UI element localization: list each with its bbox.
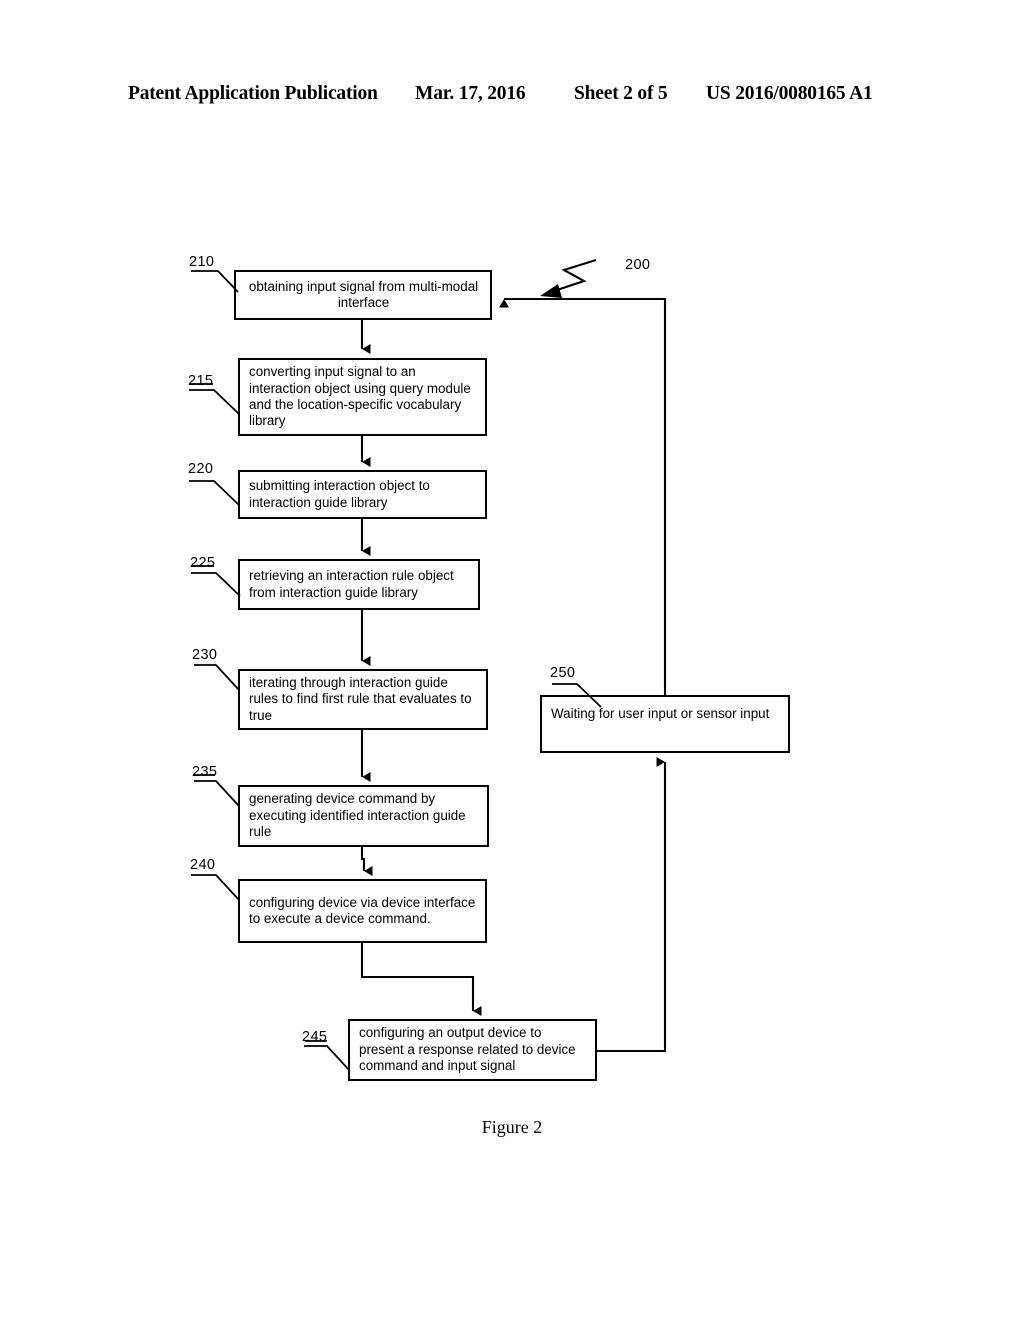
flow-node-225[interactable]: retrieving an interaction rule object fr… — [238, 559, 480, 610]
ref-numeral-225: 225 — [190, 555, 216, 571]
leader-line-215 — [189, 389, 240, 415]
flow-node-250-label: Waiting for user input or sensor input — [551, 706, 770, 721]
ref-numeral-235: 235 — [192, 764, 218, 780]
flow-node-210[interactable]: obtaining input signal from multi-modal … — [234, 270, 492, 320]
ref-numeral-245: 245 — [302, 1029, 328, 1045]
flow-node-230[interactable]: iterating through interaction guide rule… — [238, 669, 488, 730]
leader-line-235 — [194, 780, 240, 807]
flow-node-220[interactable]: submitting interaction object to interac… — [238, 470, 487, 519]
flow-node-225-label: retrieving an interaction rule object fr… — [249, 568, 454, 600]
flow-node-215[interactable]: converting input signal to an interactio… — [238, 358, 487, 436]
flow-node-235[interactable]: generating device command by executing i… — [238, 785, 489, 847]
connector-240-to-245 — [360, 943, 482, 1016]
ref-numeral-210: 210 — [189, 254, 215, 270]
connector-235-to-240 — [360, 847, 373, 876]
flow-node-230-label: iterating through interaction guide rule… — [249, 674, 472, 723]
flow-node-220-label: submitting interaction object to interac… — [249, 478, 430, 510]
flow-node-235-label: generating device command by executing i… — [249, 791, 466, 840]
flow-node-250[interactable]: Waiting for user input or sensor input — [540, 695, 790, 753]
connector-245-to-250 — [597, 757, 667, 1053]
flow-node-245-label: configuring an output device to present … — [359, 1025, 576, 1074]
ref-numeral-240: 240 — [190, 857, 216, 873]
leader-line-225 — [191, 572, 241, 597]
flow-node-240[interactable]: configuring device via device interface … — [238, 879, 487, 943]
ref-numeral-220: 220 — [188, 461, 214, 477]
leader-line-240 — [191, 874, 240, 901]
diagram-label-pointer — [553, 258, 597, 292]
connector-250-to-210 — [499, 297, 667, 695]
flow-node-240-label: configuring device via device interface … — [249, 894, 476, 926]
flow-node-245[interactable]: configuring an output device to present … — [348, 1019, 597, 1081]
flow-node-210-label: obtaining input signal from multi-modal … — [248, 278, 479, 310]
leader-line-210 — [191, 270, 239, 293]
leader-line-230 — [194, 664, 240, 691]
leader-line-245 — [304, 1045, 351, 1072]
ref-numeral-200: 200 — [625, 257, 651, 273]
ref-numeral-215: 215 — [188, 373, 214, 389]
flow-node-215-label: converting input signal to an interactio… — [249, 364, 471, 429]
ref-numeral-250: 250 — [550, 665, 576, 681]
leader-line-220 — [189, 480, 240, 506]
diagram-label-arrowhead — [540, 284, 562, 298]
figure-caption: Figure 2 — [481, 1117, 543, 1137]
ref-numeral-230: 230 — [192, 647, 218, 663]
